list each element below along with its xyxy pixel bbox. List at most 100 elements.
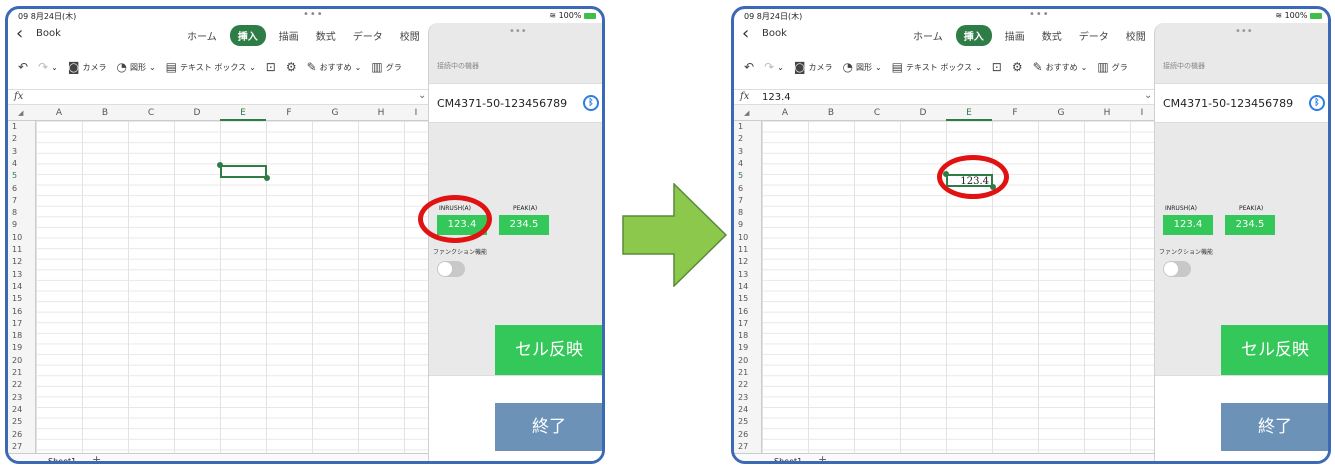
column-header[interactable]: C (854, 108, 900, 118)
tab-draw[interactable]: 描画 (1001, 25, 1029, 46)
row-header[interactable]: 20 (738, 356, 748, 365)
redo-button[interactable]: ↷ ⌄ (764, 60, 784, 74)
row-header[interactable]: 5 (12, 171, 17, 180)
row-header[interactable]: 23 (12, 393, 22, 402)
chevron-down-icon[interactable]: ⌄ (418, 90, 426, 101)
column-header[interactable]: H (1084, 108, 1130, 118)
column-header[interactable]: G (312, 108, 358, 118)
selection-handle[interactable] (943, 171, 949, 177)
selection-handle[interactable] (217, 162, 223, 168)
column-header[interactable]: F (992, 108, 1038, 118)
sheet-tab[interactable]: Sheet1 (768, 456, 808, 461)
formula-bar[interactable]: fx ⌄ (8, 89, 428, 105)
row-header[interactable]: 26 (12, 430, 22, 439)
camera-button[interactable]: ◙ カメラ (794, 60, 833, 74)
textbox-button[interactable]: ▤ テキスト ボックス ⌄ (892, 60, 982, 74)
row-header[interactable]: 15 (738, 294, 748, 303)
row-header[interactable]: 2 (12, 134, 17, 143)
row-header[interactable]: 4 (12, 159, 17, 168)
column-header[interactable]: D (900, 108, 946, 118)
column-header[interactable]: C (128, 108, 174, 118)
column-header[interactable]: I (404, 108, 428, 118)
chevron-down-icon[interactable]: ⌄ (1144, 90, 1152, 101)
row-header[interactable]: 22 (12, 380, 22, 389)
row-header[interactable]: 2 (738, 134, 743, 143)
row-header[interactable]: 5 (738, 171, 743, 180)
tab-review[interactable]: 校閲 (1122, 25, 1150, 46)
column-header[interactable]: H (358, 108, 404, 118)
row-header[interactable]: 17 (738, 319, 748, 328)
column-header[interactable]: G (1038, 108, 1084, 118)
redo-button[interactable]: ↷ ⌄ (38, 60, 58, 74)
end-button[interactable]: 終了 (1221, 403, 1328, 451)
selection-handle[interactable] (264, 175, 270, 181)
row-header[interactable]: 19 (738, 343, 748, 352)
multitask-dots[interactable]: ••• (303, 9, 324, 20)
row-header[interactable]: 8 (12, 208, 17, 217)
peak-value[interactable]: 234.5 (499, 215, 549, 235)
row-header[interactable]: 22 (738, 380, 748, 389)
panel-menu-dots[interactable]: ••• (509, 26, 527, 37)
row-header[interactable]: 8 (738, 208, 743, 217)
tab-review[interactable]: 校閲 (396, 25, 424, 46)
inrush-value[interactable]: 123.4 (437, 215, 487, 235)
column-header[interactable]: F (266, 108, 312, 118)
row-header[interactable]: 19 (12, 343, 22, 352)
camera-button[interactable]: ◙ カメラ (68, 60, 107, 74)
row-header[interactable]: 25 (12, 417, 22, 426)
bluetooth-icon[interactable]: ᛒ (1309, 95, 1325, 111)
device-model-row[interactable]: CM4371-50-123456789 ᛒ (1155, 83, 1328, 123)
tab-formulas[interactable]: 数式 (312, 25, 340, 46)
row-header[interactable]: 10 (12, 233, 22, 242)
select-all-icon[interactable]: ◢ (18, 109, 23, 117)
column-header[interactable]: D (174, 108, 220, 118)
textbox-button[interactable]: ▤ テキスト ボックス ⌄ (166, 60, 256, 74)
tab-draw[interactable]: 描画 (275, 25, 303, 46)
row-header[interactable]: 12 (12, 257, 22, 266)
row-header[interactable]: 27 (738, 442, 748, 451)
device-model-row[interactable]: CM4371-50-123456789 ᛒ (429, 83, 602, 123)
row-header[interactable]: 3 (738, 147, 743, 156)
sheet-tab[interactable]: Sheet1 (42, 456, 82, 461)
function-toggle[interactable] (437, 261, 465, 277)
multitask-dots[interactable]: ••• (1029, 9, 1050, 20)
select-all-icon[interactable]: ◢ (744, 109, 749, 117)
tab-insert[interactable]: 挿入 (955, 25, 992, 46)
bluetooth-icon[interactable]: ᛒ (583, 95, 599, 111)
row-header[interactable]: 23 (738, 393, 748, 402)
tab-data[interactable]: データ (349, 25, 387, 46)
row-header[interactable]: 13 (12, 270, 22, 279)
row-header[interactable]: 1 (12, 122, 17, 131)
row-header[interactable]: 6 (738, 184, 743, 193)
cell-grid[interactable]: 123.4 (762, 121, 1154, 453)
shapes-button[interactable]: ◔ 図形 ⌄ (116, 60, 155, 74)
column-header[interactable]: B (808, 108, 854, 118)
row-header[interactable]: 9 (738, 220, 743, 229)
row-header[interactable]: 15 (12, 294, 22, 303)
row-header[interactable]: 21 (12, 368, 22, 377)
add-sheet-button[interactable]: + (92, 453, 101, 461)
peak-value[interactable]: 234.5 (1225, 215, 1275, 235)
row-header[interactable]: 26 (738, 430, 748, 439)
tab-formulas[interactable]: 数式 (1038, 25, 1066, 46)
cell-grid[interactable] (36, 121, 428, 453)
tab-home[interactable]: ホーム (909, 25, 947, 46)
column-header[interactable]: B (82, 108, 128, 118)
end-button[interactable]: 終了 (495, 403, 602, 451)
row-header[interactable]: 13 (738, 270, 748, 279)
inrush-value[interactable]: 123.4 (1163, 215, 1213, 235)
add-sheet-button[interactable]: + (818, 453, 827, 461)
row-header[interactable]: 11 (12, 245, 22, 254)
cell-apply-button[interactable]: セル反映 (495, 325, 602, 375)
undo-button[interactable]: ↶ (18, 60, 28, 74)
row-header[interactable]: 20 (12, 356, 22, 365)
undo-button[interactable]: ↶ (744, 60, 754, 74)
row-header[interactable]: 14 (12, 282, 22, 291)
row-header[interactable]: 11 (738, 245, 748, 254)
graph-button[interactable]: ▥ グラ (1097, 60, 1127, 74)
panel-menu-dots[interactable]: ••• (1235, 26, 1253, 37)
formula-bar[interactable]: fx 123.4 ⌄ (734, 89, 1154, 105)
column-header[interactable]: A (762, 108, 808, 118)
row-header[interactable]: 24 (12, 405, 22, 414)
column-header[interactable]: A (36, 108, 82, 118)
